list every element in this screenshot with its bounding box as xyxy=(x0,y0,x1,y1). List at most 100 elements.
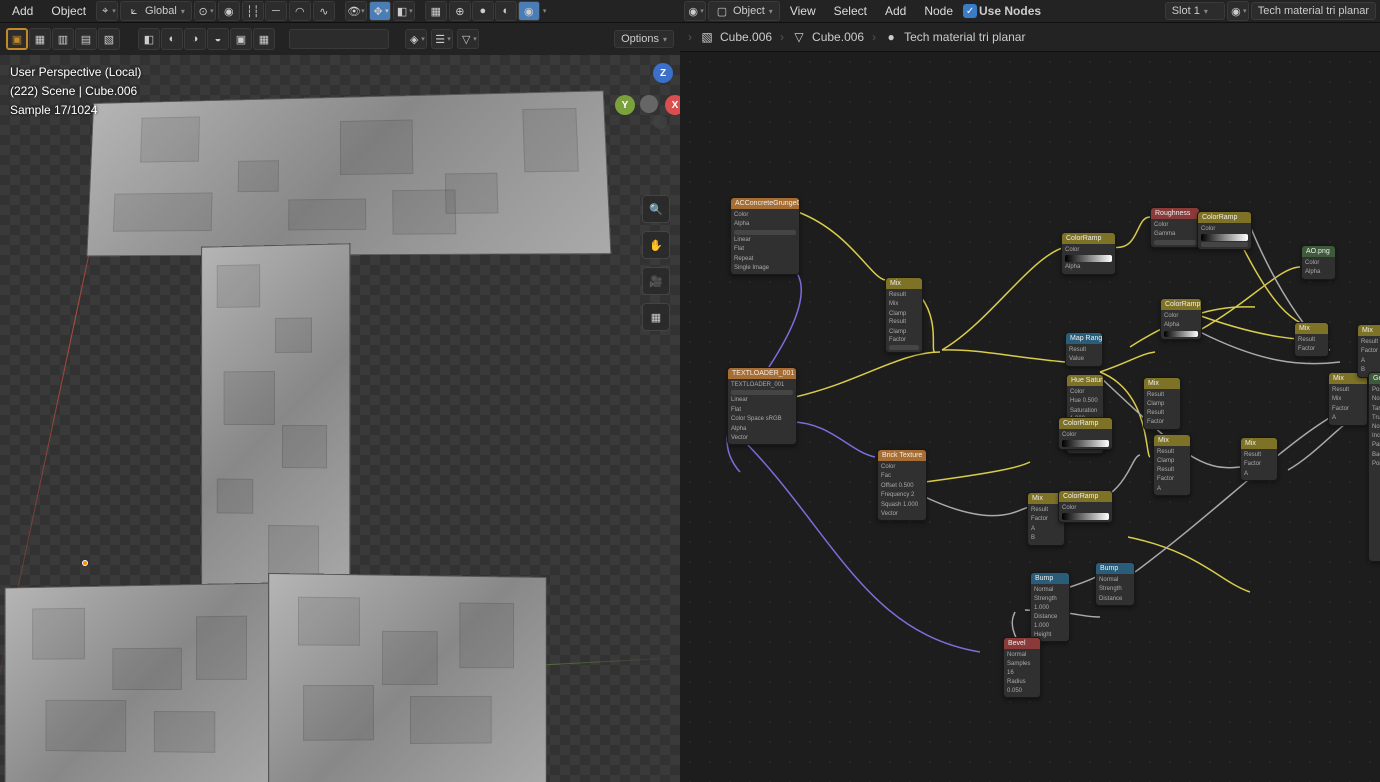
gizmo-neg-z[interactable] xyxy=(653,115,667,129)
node-mix-5[interactable]: Mix Result Factor A xyxy=(1240,437,1278,481)
select-extend-btn[interactable]: ▦ xyxy=(29,28,51,50)
node-colorramp-2[interactable]: ColorRamp Color xyxy=(1058,417,1113,450)
filter-orient-btn[interactable]: ◈▾ xyxy=(405,29,427,49)
select-box-btn[interactable]: ▣ xyxy=(6,28,28,50)
slot-label: Slot 1 xyxy=(1172,5,1200,17)
node-field[interactable] xyxy=(734,230,796,235)
shader-type-dropdown[interactable]: ▢ Object ▾ xyxy=(708,1,780,21)
node-image-texture-1[interactable]: ACConcreteGrunge01.jpg Color Alpha Linea… xyxy=(730,197,800,275)
node-map-range[interactable]: Map Range Result Value xyxy=(1065,332,1103,367)
shade-rendered-btn[interactable]: ◉ xyxy=(518,1,540,21)
gizmo-arrows-icon: ✥ xyxy=(371,4,385,18)
material-name-field[interactable]: Tech material tri planar xyxy=(1251,2,1376,20)
crumb-object[interactable]: ▧ Cube.006 xyxy=(700,30,772,44)
shade-solid-btn[interactable]: ● xyxy=(472,1,494,21)
node-ao[interactable]: AO.png Color Alpha xyxy=(1301,245,1336,280)
crumb-mesh[interactable]: ▽ Cube.006 xyxy=(792,30,864,44)
menu-object[interactable]: Object xyxy=(43,1,94,21)
visibility-popover-btn[interactable]: 👁▾ xyxy=(345,1,367,21)
proportional-edit-btn[interactable]: ◉ xyxy=(218,1,240,21)
node-field[interactable] xyxy=(731,390,793,395)
node-canvas[interactable]: ACConcreteGrunge01.jpg Color Alpha Linea… xyxy=(680,52,1380,782)
node-field[interactable] xyxy=(1201,242,1248,247)
view-icon-1: ◧ xyxy=(142,32,156,46)
node-mix-4[interactable]: Mix Result Clamp Result Factor A xyxy=(1153,434,1191,496)
display-mode-1[interactable]: ◧ xyxy=(138,28,160,50)
zoom-tool[interactable]: 🔍 xyxy=(642,195,670,223)
filter-funnel-btn[interactable]: ▽▾ xyxy=(457,29,479,49)
ne-menu-node[interactable]: Node xyxy=(916,1,961,21)
node-bump-2[interactable]: Bump Normal Strength Distance xyxy=(1095,562,1135,606)
snap-mode-inc-btn[interactable]: ┆┆ xyxy=(242,1,264,21)
cursor-popover-btn[interactable]: ⌖▾ xyxy=(96,1,118,21)
gizmo-toggle-btn[interactable]: ✥▾ xyxy=(369,1,391,21)
camera-tool[interactable]: 🎥 xyxy=(642,267,670,295)
ne-menu-add[interactable]: Add xyxy=(877,1,914,21)
display-mode-4[interactable]: ◒ xyxy=(207,28,229,50)
node-colorramp-1[interactable]: ColorRamp Color Alpha xyxy=(1061,232,1116,275)
node-mix-6[interactable]: Mix Result Factor xyxy=(1294,322,1329,357)
gizmo-z-axis[interactable]: Z xyxy=(653,63,673,83)
display-mode-5[interactable]: ▣ xyxy=(230,28,252,50)
options-dropdown[interactable]: Options ▾ xyxy=(614,30,674,48)
node-hdr: AO.png xyxy=(1302,246,1335,257)
ramp-gradient[interactable] xyxy=(1065,255,1112,262)
node-colorramp-5[interactable]: ColorRamp Color Alpha xyxy=(1160,298,1202,340)
overlay-popover-btn[interactable]: ◧▾ xyxy=(393,1,415,21)
snap-btn[interactable]: ⊙▾ xyxy=(194,1,216,21)
node-field[interactable] xyxy=(1154,240,1196,245)
display-mode-3[interactable]: ◑ xyxy=(184,28,206,50)
use-nodes-checkbox[interactable]: ✓ xyxy=(963,4,977,18)
orientation-dropdown[interactable]: ⟀ Global ▾ xyxy=(120,1,192,21)
cube-icon: ▧ xyxy=(700,30,714,44)
node-roughness[interactable]: Roughness Color Gamma xyxy=(1150,207,1200,248)
shade-matprev-btn[interactable]: ◐ xyxy=(495,1,517,21)
display-mode-2[interactable]: ◐ xyxy=(161,28,183,50)
node-colorramp-4[interactable]: ColorRamp Color xyxy=(1197,211,1252,250)
gizmo-center[interactable] xyxy=(640,95,658,113)
nav-gizmo[interactable]: Z Y X xyxy=(615,63,680,133)
node-brick-texture[interactable]: Brick Texture Color Fac Offset 0.500 Fre… xyxy=(877,449,927,521)
node-geometry[interactable]: Geometry Position Normal Tangent True No… xyxy=(1368,372,1380,562)
ortho-tool[interactable]: ▦ xyxy=(642,303,670,331)
select-sub-btn[interactable]: ▥ xyxy=(52,28,74,50)
ramp-gradient[interactable] xyxy=(1201,234,1248,241)
bc-chevron-icon-0: › xyxy=(688,30,692,44)
select-diff-btn[interactable]: ▤ xyxy=(75,28,97,50)
crumb-material[interactable]: ● Tech material tri planar xyxy=(884,30,1025,44)
node-image-texture-2[interactable]: TEXTLOADER_001 — environment01.png TEXTL… xyxy=(727,367,797,445)
proportional-falloff-btn[interactable]: ◠ xyxy=(289,1,311,21)
node-mix-8[interactable]: Mix Result Factor A B xyxy=(1357,324,1380,378)
pan-tool[interactable]: ✋ xyxy=(642,231,670,259)
filter-list-btn[interactable]: ☰▾ xyxy=(431,29,453,49)
node-bump-1[interactable]: Bump Normal Strength 1.000 Distance 1.00… xyxy=(1030,572,1070,642)
node-mix-3[interactable]: Mix Result Clamp Result Factor xyxy=(1143,377,1181,430)
curve-tool-btn[interactable]: ∿ xyxy=(313,1,335,21)
node-mix-7[interactable]: Mix Result Mix Factor A xyxy=(1328,372,1368,426)
node-field[interactable] xyxy=(889,345,919,350)
gizmo-y-axis[interactable]: Y xyxy=(615,95,635,115)
select-int-btn[interactable]: ▧ xyxy=(98,28,120,50)
ramp-gradient[interactable] xyxy=(1062,440,1109,447)
node-editor-type-btn[interactable]: ◉▾ xyxy=(684,1,706,21)
node-colorramp-3[interactable]: ColorRamp Color xyxy=(1058,490,1113,523)
ne-menu-select[interactable]: Select xyxy=(826,1,875,21)
gizmo-x-axis[interactable]: X xyxy=(665,95,680,115)
material-sphere-btn[interactable]: ◉▾ xyxy=(1227,1,1249,21)
snap-mode-edge-btn[interactable]: ─ xyxy=(265,1,287,21)
proportional-icon: ◉ xyxy=(222,4,236,18)
display-mode-6[interactable]: ▦ xyxy=(253,28,275,50)
material-name-label: Tech material tri planar xyxy=(1258,5,1369,17)
shade-wire-btn[interactable]: ⊕ xyxy=(449,1,471,21)
ramp-gradient[interactable] xyxy=(1062,513,1109,520)
node-bevel[interactable]: Bevel Normal Samples 16 Radius 0.050 xyxy=(1003,637,1041,698)
viewport-search-input[interactable] xyxy=(289,29,389,49)
node-mix-1[interactable]: Mix Result Mix Clamp Result Clamp Factor xyxy=(885,277,923,353)
slot-dropdown[interactable]: Slot 1 ▾ xyxy=(1165,2,1225,20)
ne-menu-view[interactable]: View xyxy=(782,1,824,21)
orientation-icon: ⟀ xyxy=(127,4,141,18)
menu-add[interactable]: Add xyxy=(4,1,41,21)
xray-btn[interactable]: ▦ xyxy=(425,1,447,21)
viewport-canvas[interactable]: User Perspective (Local) (222) Scene | C… xyxy=(0,55,680,782)
ramp-gradient[interactable] xyxy=(1164,331,1198,337)
